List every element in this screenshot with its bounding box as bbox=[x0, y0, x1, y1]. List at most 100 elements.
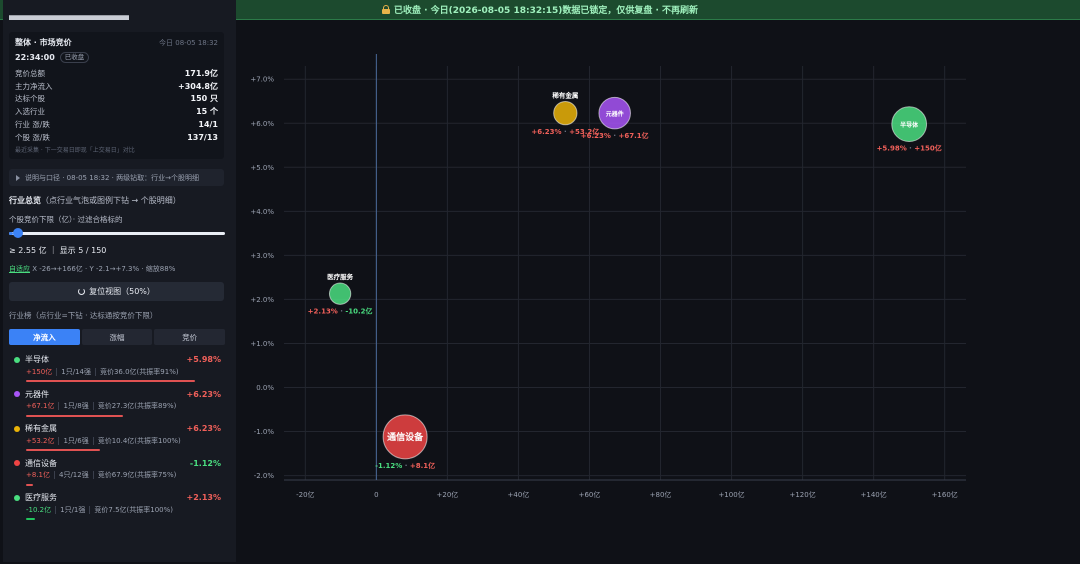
bubble-稀有金属[interactable] bbox=[553, 100, 578, 126]
section-title: 行业总览（点行业气泡或图例下钻 → 个股明细） bbox=[9, 195, 181, 206]
bubble-dot-sep: · bbox=[338, 307, 346, 315]
industry-name: 半导体 bbox=[25, 355, 49, 364]
summary-row-label: 主力净流入 bbox=[15, 81, 53, 91]
list-item[interactable]: 稀有金属 +6.23% +53.2亿 1只/6强 竞价10.4亿(共振率100%… bbox=[9, 422, 225, 457]
summary-title: 整体 · 市场竞价 bbox=[15, 38, 72, 47]
summary-row: 个股 涨/跌 137/13 bbox=[15, 131, 218, 144]
summary-stats: 竞价总额 171.9亿 主力净流入 +304.8亿 达标个股 150 只入选行业 15 个行… bbox=[15, 67, 218, 144]
bubble-name-label: 通信设备 bbox=[387, 431, 424, 443]
x-tick-label: +40亿 bbox=[508, 490, 530, 499]
summary-row: 竞价总额 171.9亿 bbox=[15, 67, 218, 80]
divider bbox=[55, 505, 57, 514]
bubble-chart[interactable]: -2.0% -1.0% 0.0% +1.0% +2.0% +3.0% +4.0% +5.0% +… bbox=[236, 20, 1080, 562]
divider bbox=[92, 402, 94, 410]
legend-dot-icon bbox=[14, 494, 20, 501]
y-tick-label: -1.0% bbox=[254, 428, 275, 436]
industry-change: +5.98% bbox=[186, 355, 221, 364]
list-item[interactable]: 半导体 +5.98% +150亿 1只/14强 竞价36.0亿(共振率91%) bbox=[9, 353, 225, 388]
divider bbox=[58, 402, 60, 410]
industry-change: +6.23% bbox=[186, 389, 221, 399]
y-tick-label: 0.0% bbox=[256, 384, 274, 392]
industry-name: 稀有金属 bbox=[25, 424, 57, 433]
industry-flow: +150亿 bbox=[26, 367, 53, 376]
section-title-text: 行业总览 bbox=[9, 196, 41, 205]
bubble-change: -1.12% bbox=[375, 462, 402, 470]
industry-flow: +53.2亿 bbox=[26, 436, 55, 445]
adaptive-link[interactable]: 自适应 bbox=[9, 265, 30, 273]
rank-tabs: 净流入 涨幅 竞价 bbox=[9, 329, 226, 345]
industry-flow: +8.1亿 bbox=[26, 471, 50, 479]
bubble-flow: +53.2亿 bbox=[569, 127, 599, 136]
bubble-value-label: -1.12% · +8.1亿 bbox=[375, 461, 435, 470]
bubble-value-label: +6.23% · +53.2亿 bbox=[531, 127, 599, 136]
industry-stocks: 1只/14强 bbox=[61, 367, 91, 376]
x-tick-label: +120亿 bbox=[789, 490, 815, 499]
divider bbox=[89, 505, 91, 514]
summary-row-label: 入选行业 bbox=[15, 107, 45, 117]
tab-1[interactable]: 涨幅 bbox=[81, 329, 153, 345]
summary-row-value: +304.8亿 bbox=[177, 81, 218, 91]
slider-thumb[interactable] bbox=[13, 228, 24, 238]
triangle-right-icon bbox=[16, 174, 20, 181]
list-item[interactable]: 元器件 +6.23% +67.1亿 1只/8强 竞价27.3亿(共振率89%) bbox=[9, 388, 225, 423]
explain-collapse[interactable]: 说明与口径 · 08-05 18:32 · 两级钻取：行业→个股明细 bbox=[9, 169, 224, 186]
summary-date: 今日 08-05 18:32 bbox=[159, 38, 218, 47]
industry-flow: +67.1亿 bbox=[26, 402, 55, 410]
x-tick-label: +160亿 bbox=[932, 490, 958, 499]
x-tick-label: +100亿 bbox=[718, 490, 744, 499]
status-badge: 已收盘 bbox=[59, 52, 90, 63]
list-item[interactable]: 通信设备 -1.12% +8.1亿 4只/12强 竞价67.9亿(共振率75%) bbox=[9, 457, 225, 492]
bubble-医疗服务[interactable] bbox=[328, 282, 352, 305]
bubble-dot-sep: · bbox=[611, 132, 619, 140]
summary-row: 达标个股 150 只 bbox=[15, 93, 218, 106]
industry-flow: -10.2亿 bbox=[26, 505, 52, 514]
y-tick-label: +6.0% bbox=[250, 120, 274, 128]
summary-row-value: 137/13 bbox=[187, 132, 218, 142]
lock-icon bbox=[381, 5, 390, 14]
reset-view-button[interactable]: 复位视图（50%） bbox=[9, 282, 224, 301]
x-tick-label: +80亿 bbox=[650, 490, 672, 499]
bubble-name-label: 医疗服务 bbox=[327, 272, 354, 281]
bubble-dot-sep: · bbox=[907, 145, 915, 153]
y-tick-label: +4.0% bbox=[250, 208, 274, 216]
industry-auction: 竞价67.9亿(共振率75%) bbox=[97, 471, 177, 479]
industry-stocks: 1只/8强 bbox=[63, 402, 89, 410]
x-tick-label: -20亿 bbox=[296, 490, 314, 499]
bubble-dot-sep: · bbox=[562, 128, 570, 136]
chart-svg[interactable]: -2.0% -1.0% 0.0% +1.0% +2.0% +3.0% +4.0% +5.0% +… bbox=[236, 20, 1080, 562]
industry-change: -1.12% bbox=[189, 458, 221, 468]
divider bbox=[58, 436, 60, 445]
industry-stocks: 1只/6强 bbox=[63, 436, 89, 445]
filter-slider[interactable] bbox=[9, 228, 225, 240]
y-tick-label: +5.0% bbox=[250, 164, 274, 172]
filter-label: 个股竞价下限（亿）· 过滤合格标的 bbox=[9, 215, 123, 224]
summary-row-value: 150 只 bbox=[190, 94, 218, 104]
legend-dot-icon bbox=[14, 356, 20, 363]
reset-label: 复位视图（50%） bbox=[89, 287, 155, 296]
x-tick-label: +140亿 bbox=[861, 490, 887, 499]
legend-dot-icon bbox=[14, 425, 20, 432]
industry-auction: 竞价7.5亿(共振率100%) bbox=[94, 505, 173, 514]
summary-row-value: 171.9亿 bbox=[184, 68, 218, 78]
x-tick-label: 0 bbox=[374, 491, 378, 499]
slider-track[interactable] bbox=[9, 232, 225, 235]
tab-0[interactable]: 净流入 bbox=[9, 329, 80, 345]
refresh-icon bbox=[78, 288, 86, 295]
industry-bar bbox=[26, 483, 34, 486]
divider bbox=[92, 471, 94, 479]
industry-name: 元器件 bbox=[25, 389, 49, 399]
industry-stocks: 1只/1强 bbox=[60, 505, 86, 514]
industry-bar bbox=[26, 380, 196, 382]
bubble-name-label: 稀有金属 bbox=[552, 90, 578, 99]
list-item[interactable]: 医疗服务 +2.13% -10.2亿 1只/1强 竞价7.5亿(共振率100%) bbox=[9, 491, 225, 526]
summary-row-label: 竞价总额 bbox=[15, 68, 45, 78]
divider bbox=[94, 367, 96, 376]
industry-bar bbox=[26, 414, 123, 417]
industry-list: 半导体 +5.98% +150亿 1只/14强 竞价36.0亿(共振率91%) … bbox=[9, 353, 225, 526]
tab-2[interactable]: 竞价 bbox=[154, 329, 226, 345]
industry-auction: 竞价10.4亿(共振率100%) bbox=[97, 436, 181, 445]
y-tick-label: +7.0% bbox=[250, 76, 274, 84]
bubble-flow: -10.2亿 bbox=[345, 306, 372, 315]
summary-time: 22:34:00 bbox=[15, 53, 55, 62]
bubble-change: +5.98% bbox=[877, 145, 907, 153]
